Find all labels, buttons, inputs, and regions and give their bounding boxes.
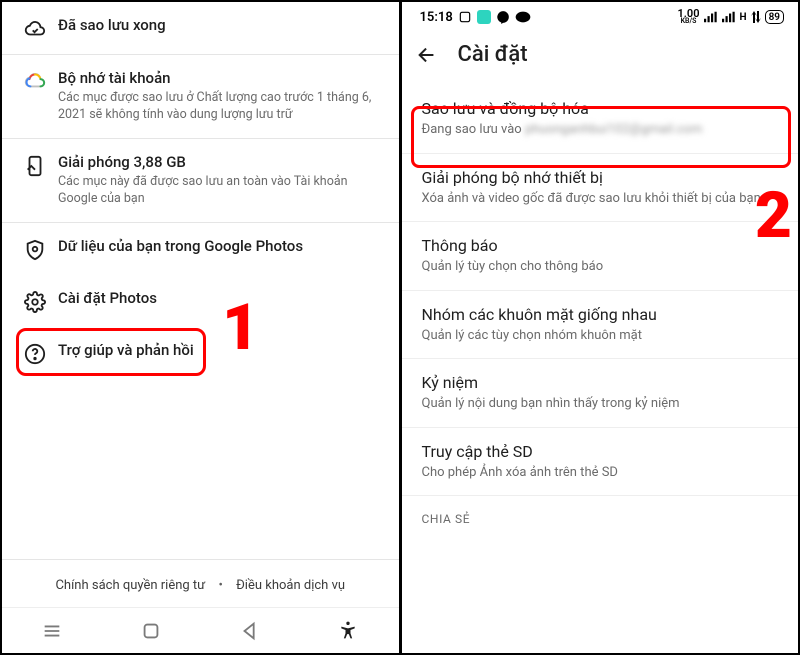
recents-button[interactable] bbox=[41, 620, 63, 642]
left-pane: Đã sao lưu xong Bộ nhớ tài khoản Các mục… bbox=[2, 2, 402, 653]
backup-sync-item[interactable]: Sao lưu và đồng bộ hóa Đang sao lưu vào … bbox=[402, 85, 799, 154]
free-up-title: Giải phóng 3,88 GB bbox=[58, 153, 381, 171]
memories-item[interactable]: Kỷ niệm Quản lý nội dung bạn nhìn thấy t… bbox=[402, 359, 799, 428]
help-icon bbox=[24, 343, 58, 365]
help-feedback-row[interactable]: Trợ giúp và phản hồi bbox=[2, 327, 399, 379]
app-icon-2 bbox=[477, 10, 491, 24]
dot-separator: • bbox=[208, 578, 232, 593]
backup-sync-title: Sao lưu và đồng bộ hóa bbox=[422, 99, 779, 118]
memories-title: Kỷ niệm bbox=[422, 373, 779, 392]
terms-link[interactable]: Điều khoản dịch vụ bbox=[236, 578, 345, 593]
free-up-subtitle: Các mục này đã được sao lưu an toàn vào … bbox=[58, 174, 381, 208]
accessibility-button[interactable] bbox=[338, 620, 360, 642]
free-device-title: Giải phóng bộ nhớ thiết bị bbox=[422, 168, 779, 187]
free-up-row[interactable]: Giải phóng 3,88 GB Các mục này đã được s… bbox=[2, 139, 399, 223]
account-storage-title: Bộ nhớ tài khoản bbox=[58, 69, 381, 87]
backup-sync-subtitle: Đang sao lưu vào phuonganhbui102@gmail.c… bbox=[422, 121, 779, 139]
face-groups-item[interactable]: Nhóm các khuôn mặt giống nhau Quản lý cá… bbox=[402, 291, 799, 360]
back-button[interactable] bbox=[239, 620, 261, 642]
signal-icon-1 bbox=[704, 11, 718, 23]
your-data-title: Dữ liệu của bạn trong Google Photos bbox=[58, 237, 381, 255]
sd-access-item[interactable]: Truy cập thẻ SD Cho phép Ảnh xóa ảnh trê… bbox=[402, 428, 799, 497]
your-data-row[interactable]: Dữ liệu của bạn trong Google Photos bbox=[2, 223, 399, 275]
notifications-subtitle: Quản lý tùy chọn cho thông báo bbox=[422, 258, 779, 276]
app-icon-1 bbox=[458, 10, 472, 24]
backup-status-title: Đã sao lưu xong bbox=[58, 16, 381, 34]
status-bar: 15:18 1.00 KB/S H 89 bbox=[402, 2, 799, 32]
cloud-check-icon bbox=[24, 18, 58, 40]
share-section-label: CHIA SẺ bbox=[402, 496, 799, 532]
notification-icon bbox=[515, 11, 531, 23]
photos-settings-row[interactable]: Cài đặt Photos bbox=[2, 275, 399, 327]
face-groups-subtitle: Quản lý các tùy chọn nhóm khuôn mặt bbox=[422, 327, 779, 345]
free-device-subtitle: Xóa ảnh và video gốc đã được sao lưu khỏ… bbox=[422, 190, 779, 208]
status-net: H bbox=[740, 12, 747, 23]
help-title: Trợ giúp và phản hồi bbox=[58, 341, 381, 359]
backup-status-row[interactable]: Đã sao lưu xong bbox=[2, 2, 399, 55]
status-time: 15:18 bbox=[420, 10, 453, 25]
device-cleanup-icon bbox=[24, 155, 58, 177]
settings-header: Cài đặt bbox=[402, 32, 799, 85]
notifications-title: Thông báo bbox=[422, 236, 779, 255]
memories-subtitle: Quản lý nội dung bạn nhìn thấy trong kỷ … bbox=[422, 395, 779, 413]
back-arrow-icon[interactable] bbox=[416, 44, 438, 66]
battery-indicator: 89 bbox=[765, 10, 784, 24]
messenger-icon bbox=[496, 10, 510, 24]
settings-title: Cài đặt bbox=[458, 42, 528, 67]
free-device-item[interactable]: Giải phóng bộ nhớ thiết bị Xóa ảnh và vi… bbox=[402, 154, 799, 223]
shield-icon bbox=[24, 239, 58, 261]
account-storage-subtitle: Các mục được sao lưu ở Chất lượng cao tr… bbox=[58, 90, 381, 124]
google-cloud-icon bbox=[24, 71, 58, 89]
gear-icon bbox=[24, 291, 58, 313]
privacy-link[interactable]: Chính sách quyền riêng tư bbox=[55, 578, 205, 593]
sd-access-subtitle: Cho phép Ảnh xóa ảnh trên thẻ SD bbox=[422, 464, 779, 482]
status-speed-unit: KB/S bbox=[681, 19, 697, 25]
home-button[interactable] bbox=[140, 620, 162, 642]
photos-settings-title: Cài đặt Photos bbox=[58, 289, 381, 307]
notifications-item[interactable]: Thông báo Quản lý tùy chọn cho thông báo bbox=[402, 222, 799, 291]
face-groups-title: Nhóm các khuôn mặt giống nhau bbox=[422, 305, 779, 324]
signal-icon-2 bbox=[722, 11, 736, 23]
right-pane: 15:18 1.00 KB/S H 89 Cài đặt bbox=[402, 2, 799, 653]
system-navbar bbox=[2, 607, 399, 653]
footer-links: Chính sách quyền riêng tư • Điều khoản d… bbox=[2, 559, 399, 607]
sd-access-title: Truy cập thẻ SD bbox=[422, 442, 779, 461]
account-storage-row[interactable]: Bộ nhớ tài khoản Các mục được sao lưu ở … bbox=[2, 55, 399, 139]
data-arrows-icon bbox=[751, 11, 761, 23]
